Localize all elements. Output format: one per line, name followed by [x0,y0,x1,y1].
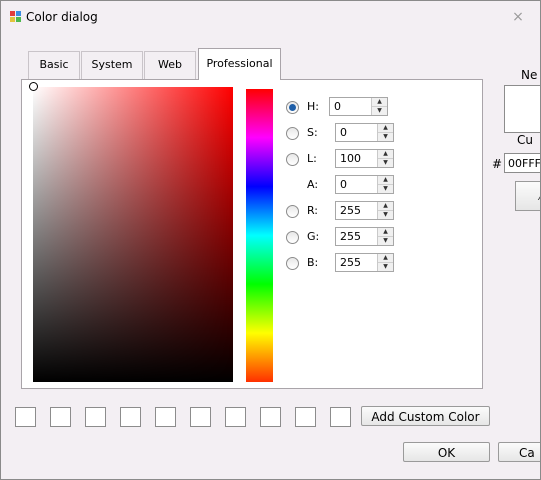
custom-color-slot[interactable] [50,407,71,427]
l-spin-buttons[interactable]: ▲ ▼ [377,150,393,167]
add-custom-color-button[interactable]: Add Custom Color [361,406,490,426]
label-g: G: [307,230,320,243]
r-up-icon[interactable]: ▲ [378,202,393,211]
l-spinbox[interactable]: 100 ▲ ▼ [335,149,394,168]
new-color-preview [504,85,540,133]
hash-label: # [492,157,503,171]
b-spinbox[interactable]: 255 ▲ ▼ [335,253,394,272]
custom-color-slot[interactable] [260,407,281,427]
a-down-icon[interactable]: ▼ [378,185,393,193]
h-spinbox[interactable]: 0 ▲ ▼ [329,97,388,116]
custom-color-slot[interactable] [120,407,141,427]
s-spin-buttons[interactable]: ▲ ▼ [377,124,393,141]
radio-g[interactable] [286,231,299,244]
h-up-icon[interactable]: ▲ [372,98,387,107]
l-value[interactable]: 100 [340,152,361,165]
a-up-icon[interactable]: ▲ [378,176,393,185]
label-l: L: [307,152,317,165]
custom-color-slot[interactable] [15,407,36,427]
b-down-icon[interactable]: ▼ [378,263,393,271]
h-spin-buttons[interactable]: ▲ ▼ [371,98,387,115]
custom-color-slot[interactable] [85,407,106,427]
hex-color-input[interactable]: 00FFF [504,153,540,173]
window-title: Color dialog [26,10,98,24]
radio-r[interactable] [286,205,299,218]
ok-button[interactable]: OK [403,442,490,462]
r-down-icon[interactable]: ▼ [378,211,393,219]
g-value[interactable]: 255 [340,230,361,243]
l-down-icon[interactable]: ▼ [378,159,393,167]
radio-b[interactable] [286,257,299,270]
hue-slider[interactable] [246,89,273,382]
tab-web[interactable]: Web [144,51,196,79]
b-value[interactable]: 255 [340,256,361,269]
h-down-icon[interactable]: ▼ [372,107,387,115]
label-h: H: [307,100,319,113]
saturation-lightness-spectrum[interactable] [29,82,233,382]
current-color-label: Cu [517,133,533,147]
custom-color-slot[interactable] [295,407,316,427]
s-down-icon[interactable]: ▼ [378,133,393,141]
spectrum-cursor[interactable] [29,82,38,91]
radio-s[interactable] [286,127,299,140]
cancel-button[interactable]: Ca [498,442,540,462]
tab-system[interactable]: System [81,51,143,79]
dialog-client-area: Basic System Web Professional H: 0 ▲ ▼ S… [9,33,540,479]
custom-color-slot[interactable] [330,407,351,427]
g-up-icon[interactable]: ▲ [378,228,393,237]
r-value[interactable]: 255 [340,204,361,217]
eyedropper-button[interactable]: ⁄ [515,181,540,211]
title-bar: Color dialog × [1,1,540,33]
custom-color-slot[interactable] [225,407,246,427]
close-icon[interactable]: × [509,8,527,26]
label-b: B: [307,256,319,269]
r-spinbox[interactable]: 255 ▲ ▼ [335,201,394,220]
g-down-icon[interactable]: ▼ [378,237,393,245]
tab-basic[interactable]: Basic [28,51,80,79]
tab-professional[interactable]: Professional [198,48,281,80]
professional-panel: H: 0 ▲ ▼ S: 0 ▲ ▼ L: 100 ▲ ▼ A: 0 ▲ ▼ R:… [21,79,483,389]
label-s: S: [307,126,318,139]
b-up-icon[interactable]: ▲ [378,254,393,263]
s-value[interactable]: 0 [340,126,347,139]
custom-color-slot[interactable] [155,407,176,427]
a-spin-buttons[interactable]: ▲ ▼ [377,176,393,193]
label-r: R: [307,204,319,217]
h-value[interactable]: 0 [334,100,341,113]
l-up-icon[interactable]: ▲ [378,150,393,159]
a-value[interactable]: 0 [340,178,347,191]
b-spin-buttons[interactable]: ▲ ▼ [377,254,393,271]
new-color-label: Ne [521,68,538,82]
s-up-icon[interactable]: ▲ [378,124,393,133]
r-spin-buttons[interactable]: ▲ ▼ [377,202,393,219]
radio-h[interactable] [286,101,299,114]
radio-l[interactable] [286,153,299,166]
s-spinbox[interactable]: 0 ▲ ▼ [335,123,394,142]
label-a: A: [307,178,319,191]
app-icon [10,11,22,23]
a-spinbox[interactable]: 0 ▲ ▼ [335,175,394,194]
g-spinbox[interactable]: 255 ▲ ▼ [335,227,394,246]
custom-color-slot[interactable] [190,407,211,427]
color-dialog-window: Color dialog × Basic System Web Professi… [0,0,541,480]
g-spin-buttons[interactable]: ▲ ▼ [377,228,393,245]
